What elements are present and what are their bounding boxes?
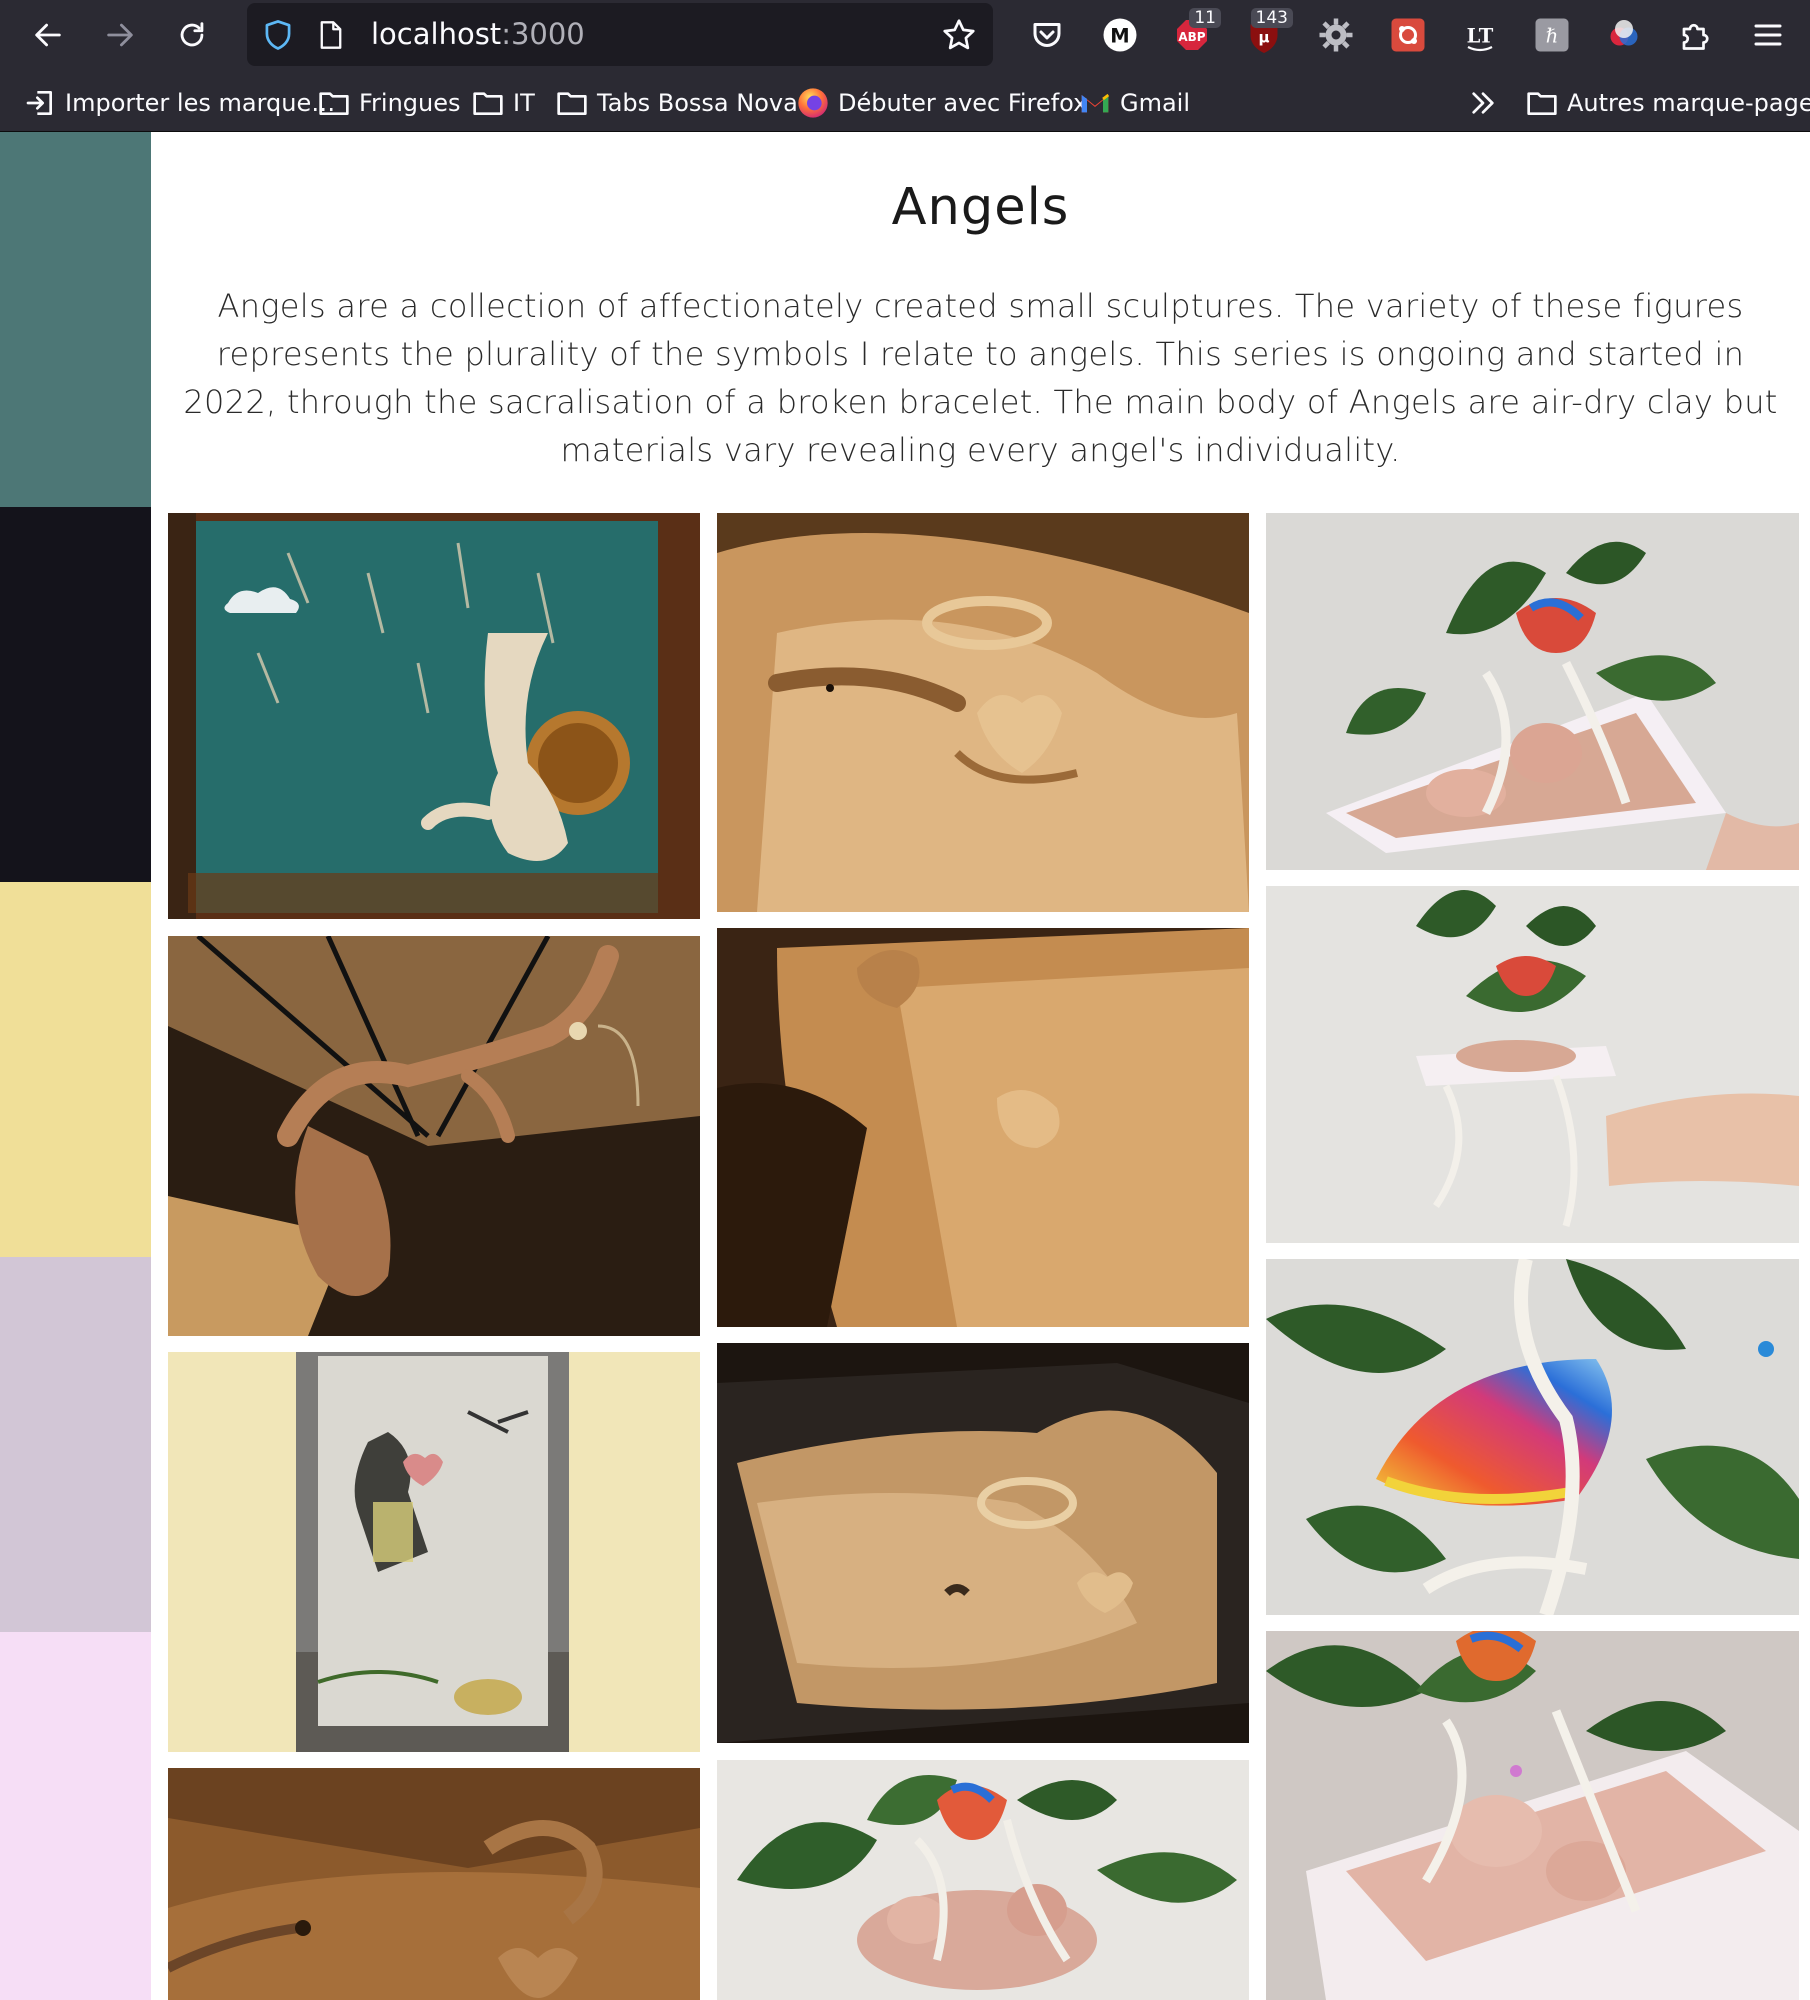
- angel-photo-leaves-held-arm[interactable]: [1266, 886, 1799, 1243]
- angel-photo-felt-clay-pieces[interactable]: [717, 928, 1249, 1327]
- bookmark-label: Gmail: [1120, 89, 1191, 117]
- chevrons-right-icon: [1472, 92, 1494, 114]
- bookmark-folder-tabs-bossa-nova[interactable]: Tabs Bossa Nova: [556, 84, 798, 122]
- color-swatch-pink: [0, 1632, 151, 2000]
- folder-icon: [557, 92, 587, 115]
- folder-icon: [473, 92, 503, 115]
- bookmark-folder-it[interactable]: IT: [472, 84, 535, 122]
- color-swatch-teal: [0, 132, 151, 507]
- folder-icon: [1527, 92, 1557, 115]
- bookmarks-overflow-button[interactable]: [1467, 84, 1508, 122]
- bookmark-label: Débuter avec Firefox: [838, 89, 1088, 117]
- forward-button[interactable]: [95, 10, 145, 60]
- series-description: Angels are a collection of affectionatel…: [183, 287, 1778, 469]
- languagetool-icon[interactable]: LT: [1455, 10, 1505, 60]
- reload-button[interactable]: [167, 10, 217, 60]
- angel-photo-felt-dark-tray[interactable]: [717, 1343, 1249, 1743]
- url-host: localhost: [371, 17, 502, 51]
- page-title: Angels: [891, 178, 1070, 237]
- adblock-icon[interactable]: ABP 11: [1167, 8, 1221, 60]
- angel-photo-leaves-figures-bottom[interactable]: [717, 1760, 1249, 2000]
- svg-text:ℏ: ℏ: [1546, 25, 1559, 48]
- m-extension-label: M: [1110, 25, 1129, 48]
- hamburger-menu-icon[interactable]: [1743, 10, 1793, 60]
- bookmark-star-icon[interactable]: [941, 17, 977, 53]
- color-swatch-lilac: [0, 1257, 151, 1632]
- gmail-icon: [1081, 93, 1110, 113]
- color-palette-strip: [0, 132, 151, 2000]
- angel-photo-teal-painting[interactable]: [168, 513, 700, 919]
- bookmark-gmail[interactable]: Gmail: [1079, 84, 1190, 122]
- red-square-extension-icon[interactable]: [1383, 10, 1433, 60]
- angel-photo-clay-bird-closeup[interactable]: [168, 1768, 700, 2000]
- arrow-left-icon: [35, 23, 61, 47]
- page-info-icon[interactable]: [319, 20, 343, 50]
- bookmark-label: Fringues: [359, 89, 461, 117]
- bookmark-label: Autres marque-pages: [1567, 89, 1810, 117]
- url-text[interactable]: localhost:3000: [371, 17, 585, 51]
- reload-icon: [180, 22, 204, 47]
- import-icon: [26, 91, 52, 115]
- bookmark-other-bookmarks[interactable]: Autres marque-pages: [1526, 84, 1810, 122]
- gear-extension-icon[interactable]: [1311, 10, 1361, 60]
- extensions-puzzle-icon[interactable]: [1671, 10, 1721, 60]
- browser-toolbar: localhost:3000 M ABP 11 μ 143 LT ℏ Impor…: [0, 0, 1810, 132]
- angel-photo-rainbow-wing[interactable]: [1266, 1259, 1799, 1615]
- folder-icon: [319, 92, 349, 115]
- languagetool-label: LT: [1467, 25, 1494, 48]
- m-extension-icon[interactable]: M: [1095, 10, 1145, 60]
- back-button[interactable]: [23, 10, 73, 60]
- adblock-label: ABP: [1178, 30, 1205, 44]
- bookmark-label: Importer les marque…: [65, 89, 336, 117]
- angel-photo-leaves-tray[interactable]: [1266, 513, 1799, 870]
- angel-photo-leaves-pink-tray[interactable]: [1266, 1631, 1799, 2000]
- bookmark-label: IT: [513, 89, 535, 117]
- svg-text:μ: μ: [1258, 29, 1269, 47]
- bookmark-label: Tabs Bossa Nova: [597, 89, 798, 117]
- color-swatch-yellow: [0, 882, 151, 1257]
- angel-photo-felt-halo-heart[interactable]: [717, 513, 1249, 912]
- bookmark-firefox[interactable]: Débuter avec Firefox: [797, 84, 1087, 122]
- pocket-icon[interactable]: [1022, 10, 1072, 60]
- grey-h-extension-icon[interactable]: ℏ: [1527, 10, 1577, 60]
- url-bar[interactable]: localhost:3000: [247, 3, 993, 66]
- angel-photo-glass-panel[interactable]: [168, 1352, 700, 1752]
- url-port: :3000: [501, 17, 585, 51]
- angel-photo-clay-branch[interactable]: [168, 936, 700, 1336]
- bookmark-import[interactable]: Importer les marque…: [24, 84, 335, 122]
- bookmarks-toolbar: Importer les marque… Fringues IT Tabs Bo…: [0, 80, 1810, 126]
- firefox-icon: [798, 88, 828, 118]
- adblock-badge: 11: [1189, 8, 1221, 28]
- arrow-right-icon: [107, 23, 133, 47]
- tracking-shield-icon[interactable]: [263, 19, 293, 51]
- color-picker-extension-icon[interactable]: [1599, 10, 1649, 60]
- ublock-badge: 143: [1250, 8, 1293, 28]
- ublock-icon[interactable]: μ 143: [1239, 8, 1293, 60]
- gallery-page: Angels Angels are a collection of affect…: [151, 132, 1810, 2000]
- color-swatch-black: [0, 507, 151, 882]
- bookmark-folder-fringues[interactable]: Fringues: [318, 84, 461, 122]
